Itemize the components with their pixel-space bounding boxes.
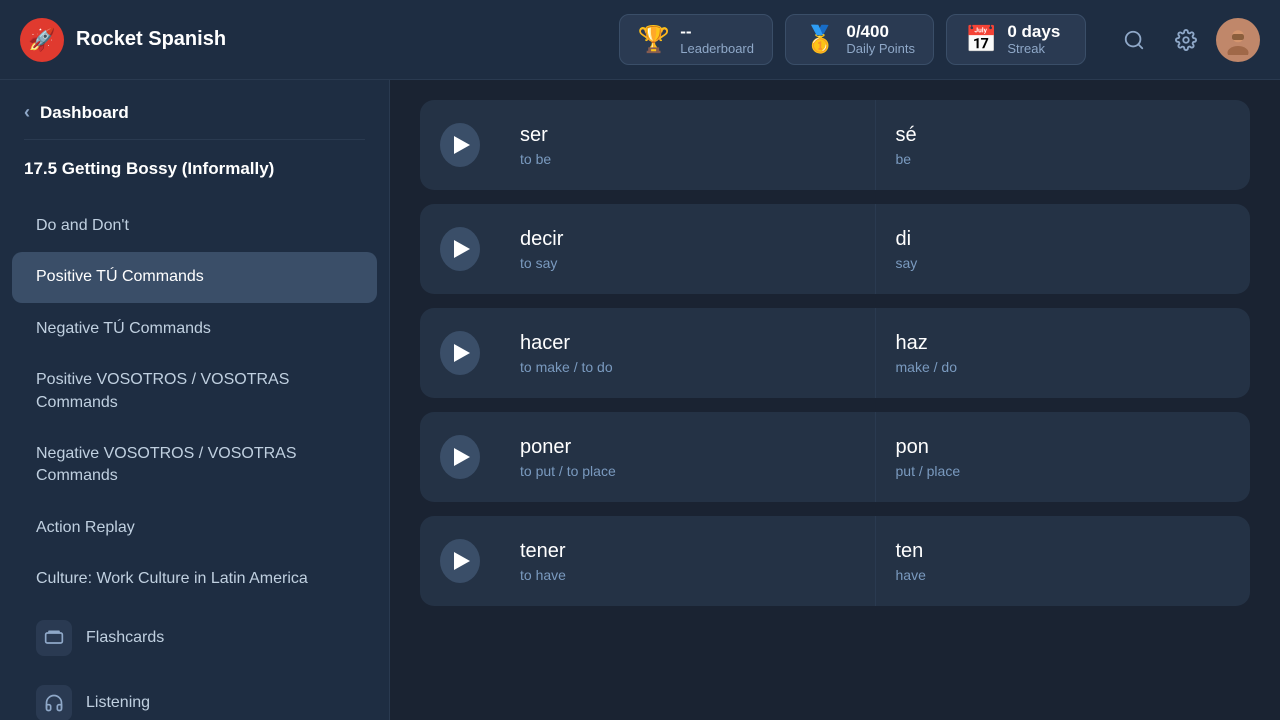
vocab-left-tener: tener to have: [500, 516, 876, 606]
vocab-content-tener: tener to have ten have: [500, 516, 1250, 606]
play-btn-area-poner: [420, 412, 500, 502]
sidebar-item-flashcards[interactable]: Flashcards: [12, 606, 377, 670]
play-button-hacer[interactable]: [440, 331, 480, 375]
vocab-card-tener: tener to have ten have: [420, 516, 1250, 606]
app-title: Rocket Spanish: [76, 28, 226, 51]
vocab-spanish-ser: ser: [520, 124, 855, 147]
vocab-command-ser: sé: [896, 124, 1231, 147]
leaderboard-text: -- Leaderboard: [680, 23, 754, 56]
vocab-card-decir: decir to say di say: [420, 204, 1250, 294]
sidebar-item-negative-tu[interactable]: Negative TÚ Commands: [12, 304, 377, 354]
vocab-left-poner: poner to put / to place: [500, 412, 876, 502]
vocab-command-poner: pon: [896, 436, 1231, 459]
daily-points-value: 0/400: [846, 23, 915, 42]
vocab-command-en-poner: put / place: [896, 463, 1231, 479]
vocab-command-en-decir: say: [896, 255, 1231, 271]
vocab-english-ser: to be: [520, 151, 855, 167]
settings-button[interactable]: [1164, 18, 1208, 62]
play-btn-area-tener: [420, 516, 500, 606]
vocab-content-decir: decir to say di say: [500, 204, 1250, 294]
vocab-command-en-ser: be: [896, 151, 1231, 167]
sidebar-scroll: ‹ Dashboard 17.5 Getting Bossy (Informal…: [0, 80, 389, 720]
vocab-right-hacer: haz make / do: [876, 308, 1251, 398]
vocab-english-tener: to have: [520, 567, 855, 583]
sidebar-wrapper: ‹ Dashboard 17.5 Getting Bossy (Informal…: [0, 80, 390, 720]
sidebar-item-do-and-dont[interactable]: Do and Don't: [12, 201, 377, 251]
vocab-spanish-tener: tener: [520, 540, 855, 563]
flashcards-label: Flashcards: [86, 629, 164, 647]
vocab-right-poner: pon put / place: [876, 412, 1251, 502]
logo-area: 🚀 Rocket Spanish: [20, 18, 603, 62]
leaderboard-label: Leaderboard: [680, 42, 754, 56]
vocab-right-ser: sé be: [876, 100, 1251, 190]
vocab-spanish-hacer: hacer: [520, 332, 855, 355]
play-button-tener[interactable]: [440, 539, 480, 583]
vocab-left-hacer: hacer to make / to do: [500, 308, 876, 398]
vocab-english-poner: to put / to place: [520, 463, 855, 479]
back-arrow-icon: ‹: [24, 102, 30, 123]
vocab-command-en-hacer: make / do: [896, 359, 1231, 375]
vocab-content-poner: poner to put / to place pon put / place: [500, 412, 1250, 502]
vocab-content-ser: ser to be sé be: [500, 100, 1250, 190]
vocab-card-poner: poner to put / to place pon put / place: [420, 412, 1250, 502]
flashcard-icon: [36, 620, 72, 656]
streak-badge[interactable]: 📅 0 days Streak: [946, 14, 1086, 65]
leaderboard-value: --: [680, 23, 754, 42]
vocab-right-tener: ten have: [876, 516, 1251, 606]
play-button-ser[interactable]: [440, 123, 480, 167]
header-icons: [1112, 18, 1260, 62]
listening-icon: [36, 685, 72, 720]
vocab-content-hacer: hacer to make / to do haz make / do: [500, 308, 1250, 398]
sidebar-divider: [24, 139, 365, 140]
content-area: ser to be sé be decir to say di: [390, 80, 1280, 720]
header-stats: 🏆 -- Leaderboard 🥇 0/400 Daily Points 📅 …: [619, 14, 1086, 65]
calendar-icon: 📅: [965, 24, 997, 55]
vocab-spanish-poner: poner: [520, 436, 855, 459]
sidebar-item-action-replay[interactable]: Action Replay: [12, 503, 377, 553]
play-btn-area-ser: [420, 100, 500, 190]
play-button-decir[interactable]: [440, 227, 480, 271]
main-layout: ‹ Dashboard 17.5 Getting Bossy (Informal…: [0, 80, 1280, 720]
listening-label: Listening: [86, 694, 150, 712]
sidebar-item-culture[interactable]: Culture: Work Culture in Latin America: [12, 554, 377, 604]
play-btn-area-hacer: [420, 308, 500, 398]
vocab-spanish-decir: decir: [520, 228, 855, 251]
sidebar-back-button[interactable]: ‹ Dashboard: [0, 80, 389, 139]
vocab-command-tener: ten: [896, 540, 1231, 563]
sidebar-item-negative-vosotros[interactable]: Negative VOSOTROS / VOSOTRAS Commands: [12, 429, 377, 502]
play-button-poner[interactable]: [440, 435, 480, 479]
vocab-left-decir: decir to say: [500, 204, 876, 294]
rocket-icon: 🚀: [28, 27, 55, 53]
sidebar-section-title: 17.5 Getting Bossy (Informally): [0, 158, 389, 200]
streak-label: Streak: [1007, 42, 1060, 56]
vocab-english-decir: to say: [520, 255, 855, 271]
leaderboard-icon: 🏆: [638, 24, 670, 55]
back-label: Dashboard: [40, 103, 129, 123]
daily-points-badge[interactable]: 🥇 0/400 Daily Points: [785, 14, 934, 65]
search-button[interactable]: [1112, 18, 1156, 62]
daily-points-text: 0/400 Daily Points: [846, 23, 915, 56]
medal-icon: 🥇: [804, 24, 836, 55]
app-header: 🚀 Rocket Spanish 🏆 -- Leaderboard 🥇 0/40…: [0, 0, 1280, 80]
app-logo: 🚀: [20, 18, 64, 62]
sidebar-item-positive-tu[interactable]: Positive TÚ Commands: [12, 252, 377, 302]
user-avatar[interactable]: [1216, 18, 1260, 62]
vocab-right-decir: di say: [876, 204, 1251, 294]
vocab-english-hacer: to make / to do: [520, 359, 855, 375]
sidebar-item-positive-vosotros[interactable]: Positive VOSOTROS / VOSOTRAS Commands: [12, 355, 377, 428]
vocab-card-ser: ser to be sé be: [420, 100, 1250, 190]
vocab-command-decir: di: [896, 228, 1231, 251]
sidebar: ‹ Dashboard 17.5 Getting Bossy (Informal…: [0, 80, 390, 720]
streak-value: 0 days: [1007, 23, 1060, 42]
vocab-command-hacer: haz: [896, 332, 1231, 355]
play-btn-area-decir: [420, 204, 500, 294]
vocab-card-hacer: hacer to make / to do haz make / do: [420, 308, 1250, 398]
streak-text: 0 days Streak: [1007, 23, 1060, 56]
sidebar-item-listening[interactable]: Listening: [12, 671, 377, 720]
daily-points-label: Daily Points: [846, 42, 915, 56]
vocab-left-ser: ser to be: [500, 100, 876, 190]
leaderboard-badge[interactable]: 🏆 -- Leaderboard: [619, 14, 773, 65]
vocab-command-en-tener: have: [896, 567, 1231, 583]
